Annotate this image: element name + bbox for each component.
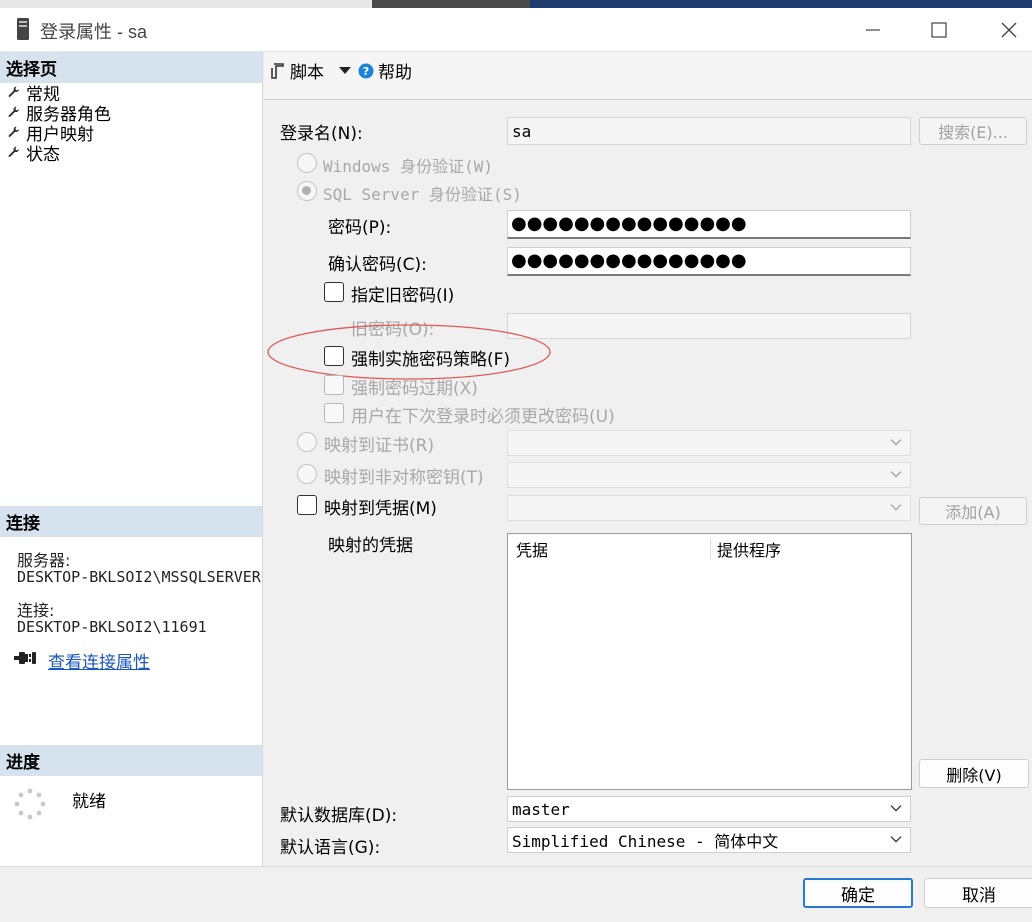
minimize-button[interactable]: [850, 8, 896, 52]
left-panel: [0, 52, 263, 866]
connection-value: DESKTOP-BKLSOI2\11691: [17, 618, 207, 636]
script-label: 脚本: [290, 63, 324, 83]
chevron-down-icon: [890, 504, 902, 511]
script-button[interactable]: 脚本: [270, 58, 352, 83]
default-database-value: master: [512, 799, 570, 819]
table-header-divider: [710, 538, 711, 560]
enforce-expiration-checkbox[interactable]: [324, 375, 344, 395]
windows-auth-label: Windows 身份验证(W): [323, 157, 493, 176]
asym-key-select[interactable]: [507, 462, 911, 488]
must-change-checkbox[interactable]: [324, 403, 344, 423]
cancel-button[interactable]: 取消: [924, 878, 1032, 908]
default-database-label: 默认数据库(D):: [280, 806, 398, 826]
confirm-password-field[interactable]: ●●●●●●●●●●●●●●●: [507, 247, 911, 276]
mapped-credentials-table[interactable]: 凭据 提供程序: [507, 533, 912, 790]
wrench-icon: [8, 126, 20, 137]
wrench-icon: [8, 146, 20, 157]
wrench-icon: [8, 86, 20, 97]
progress-spinner-icon: [14, 788, 46, 820]
map-asym-key-label: 映射到非对称密钥(T): [324, 468, 484, 488]
login-name-label: 登录名(N):: [280, 124, 363, 144]
chevron-down-icon: [890, 439, 902, 446]
default-database-select[interactable]: master: [507, 796, 911, 822]
progress-header: 进度: [0, 745, 262, 776]
old-password-field[interactable]: [507, 313, 911, 339]
password-label: 密码(P):: [328, 218, 392, 238]
background-windows-strip: [0, 0, 1032, 8]
map-credential-checkbox[interactable]: [297, 495, 317, 515]
help-icon: ?: [358, 63, 374, 78]
help-label: 帮助: [378, 63, 412, 83]
annotation-ellipse: [267, 324, 551, 380]
minimize-icon: [866, 29, 880, 31]
server-icon: [17, 18, 29, 40]
login-name-field[interactable]: sa: [507, 117, 911, 145]
chevron-down-icon: [890, 836, 902, 843]
table-header-provider[interactable]: 提供程序: [717, 537, 781, 561]
nav-item-label: 状态: [26, 144, 60, 165]
server-value: DESKTOP-BKLSOI2\MSSQLSERVER01: [17, 568, 262, 586]
map-certificate-radio[interactable]: [297, 432, 317, 452]
certificate-select[interactable]: [507, 430, 911, 456]
close-button[interactable]: [986, 8, 1032, 52]
table-header-credential[interactable]: 凭据: [516, 537, 548, 561]
specify-old-password-label: 指定旧密码(I): [351, 286, 455, 306]
map-credential-label: 映射到凭据(M): [324, 499, 437, 519]
chevron-down-icon: [339, 66, 351, 74]
default-language-label: 默认语言(G):: [280, 838, 381, 858]
nav-item-status[interactable]: 状态: [8, 142, 60, 165]
window-title: 登录属性 - sa: [40, 22, 148, 42]
password-field[interactable]: ●●●●●●●●●●●●●●●: [507, 210, 911, 239]
remove-button[interactable]: 删除(V): [919, 759, 1029, 788]
wrench-icon: [8, 106, 20, 117]
windows-auth-radio[interactable]: [297, 153, 317, 173]
connection-header: 连接: [0, 506, 262, 537]
ok-button[interactable]: 确定: [803, 878, 913, 908]
default-language-value: Simplified Chinese - 简体中文: [512, 832, 779, 851]
chevron-down-icon: [890, 471, 902, 478]
close-icon: [1001, 22, 1017, 38]
specify-old-password-checkbox[interactable]: [324, 282, 344, 302]
progress-status: 就绪: [72, 792, 106, 812]
map-asym-key-radio[interactable]: [297, 464, 317, 484]
help-button[interactable]: ? 帮助: [358, 58, 412, 83]
chevron-down-icon: [890, 805, 902, 812]
view-connection-properties-link[interactable]: 查看连接属性: [48, 648, 150, 673]
confirm-password-label: 确认密码(C):: [328, 255, 427, 275]
must-change-label: 用户在下次登录时必须更改密码(U): [351, 407, 615, 427]
enforce-expiration-label: 强制密码过期(X): [351, 379, 478, 399]
sql-auth-label: SQL Server 身份验证(S): [323, 185, 522, 204]
add-button[interactable]: 添加(A): [919, 497, 1027, 525]
select-page-header: 选择页: [0, 52, 262, 83]
credential-select[interactable]: [507, 495, 911, 521]
mapped-credentials-label: 映射的凭据: [328, 536, 413, 556]
default-language-select[interactable]: Simplified Chinese - 简体中文: [507, 827, 911, 853]
connection-plug-icon: [14, 652, 36, 664]
svg-text:?: ?: [363, 65, 369, 78]
maximize-button[interactable]: [916, 8, 962, 52]
maximize-icon: [931, 22, 947, 38]
sql-auth-radio[interactable]: [297, 181, 317, 201]
map-certificate-label: 映射到证书(R): [324, 436, 435, 456]
script-icon: [271, 62, 284, 79]
title-bar: 登录属性 - sa: [0, 8, 1032, 52]
search-button[interactable]: 搜索(E)...: [919, 117, 1027, 145]
